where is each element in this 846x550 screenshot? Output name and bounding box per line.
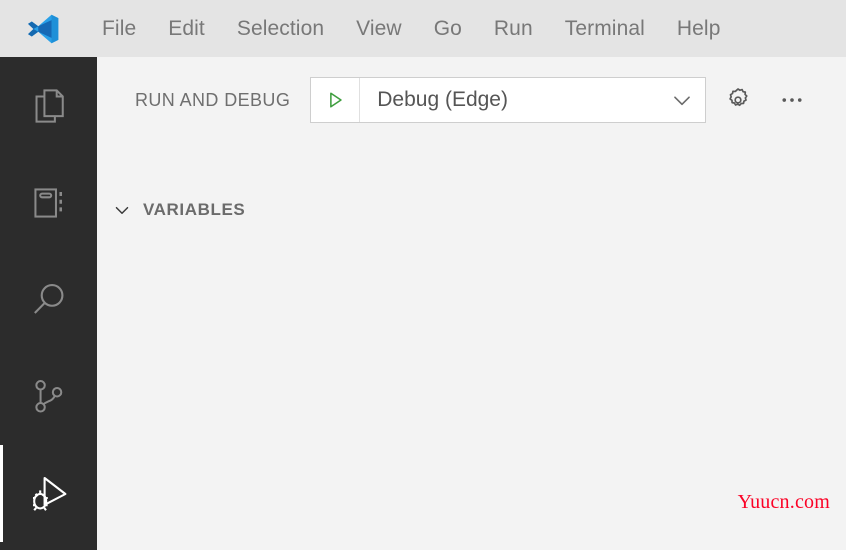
- source-control-icon: [34, 379, 62, 412]
- ellipsis-icon: [782, 98, 802, 102]
- gear-icon: [729, 88, 748, 107]
- debug-configuration-name: Debug (Edge): [377, 88, 508, 111]
- variables-twisty[interactable]: [105, 199, 139, 221]
- activity-item-search[interactable]: [0, 251, 97, 348]
- start-debugging-button[interactable]: [311, 78, 361, 122]
- debug-configuration-select[interactable]: Debug (Edge): [310, 77, 707, 123]
- activity-bar: [0, 57, 97, 550]
- activity-item-source-control[interactable]: [0, 348, 97, 445]
- vscode-logo: [28, 14, 59, 43]
- menu-item-terminal[interactable]: Terminal: [549, 14, 661, 44]
- watermark-text: Yuucn.com: [737, 491, 830, 513]
- notebook-icon: [33, 187, 62, 218]
- menu-item-view[interactable]: View: [340, 14, 418, 44]
- menu-item-edit[interactable]: Edit: [152, 14, 221, 44]
- open-launch-json-button[interactable]: [716, 78, 760, 122]
- section-header-variables[interactable]: VARIABLES: [97, 192, 846, 228]
- activity-item-open-editors[interactable]: [0, 154, 97, 251]
- run-and-debug-icon: [32, 476, 66, 511]
- debug-toolbar: RUN AND DEBUG Debug (Edge): [97, 71, 846, 129]
- chevron-down-icon: [674, 96, 691, 106]
- menu-item-selection[interactable]: Selection: [221, 14, 340, 44]
- activity-item-run-and-debug[interactable]: [0, 445, 97, 542]
- variables-section-label: VARIABLES: [143, 200, 246, 219]
- activity-item-explorer[interactable]: [0, 57, 97, 154]
- menu-item-file[interactable]: File: [86, 14, 152, 44]
- menu-item-run[interactable]: Run: [478, 14, 549, 44]
- menu-item-list: File Edit Selection View Go Run Terminal…: [86, 14, 736, 44]
- menu-item-go[interactable]: Go: [418, 14, 478, 44]
- more-actions-button[interactable]: [770, 78, 814, 122]
- chevron-down-icon: [115, 206, 129, 214]
- panel-title: RUN AND DEBUG: [135, 89, 291, 110]
- menu-item-help[interactable]: Help: [661, 14, 737, 44]
- run-and-debug-panel: RUN AND DEBUG Debug (Edge) VARIABLES Yuu…: [97, 57, 846, 550]
- config-dropdown-arrow[interactable]: [659, 87, 705, 113]
- play-triangle-icon: [330, 92, 342, 108]
- search-icon: [33, 283, 63, 314]
- menu-bar: File Edit Selection View Go Run Terminal…: [0, 0, 846, 57]
- files-icon: [35, 88, 64, 123]
- vscode-window: File Edit Selection View Go Run Terminal…: [0, 0, 846, 550]
- active-item-indicator: [0, 445, 3, 542]
